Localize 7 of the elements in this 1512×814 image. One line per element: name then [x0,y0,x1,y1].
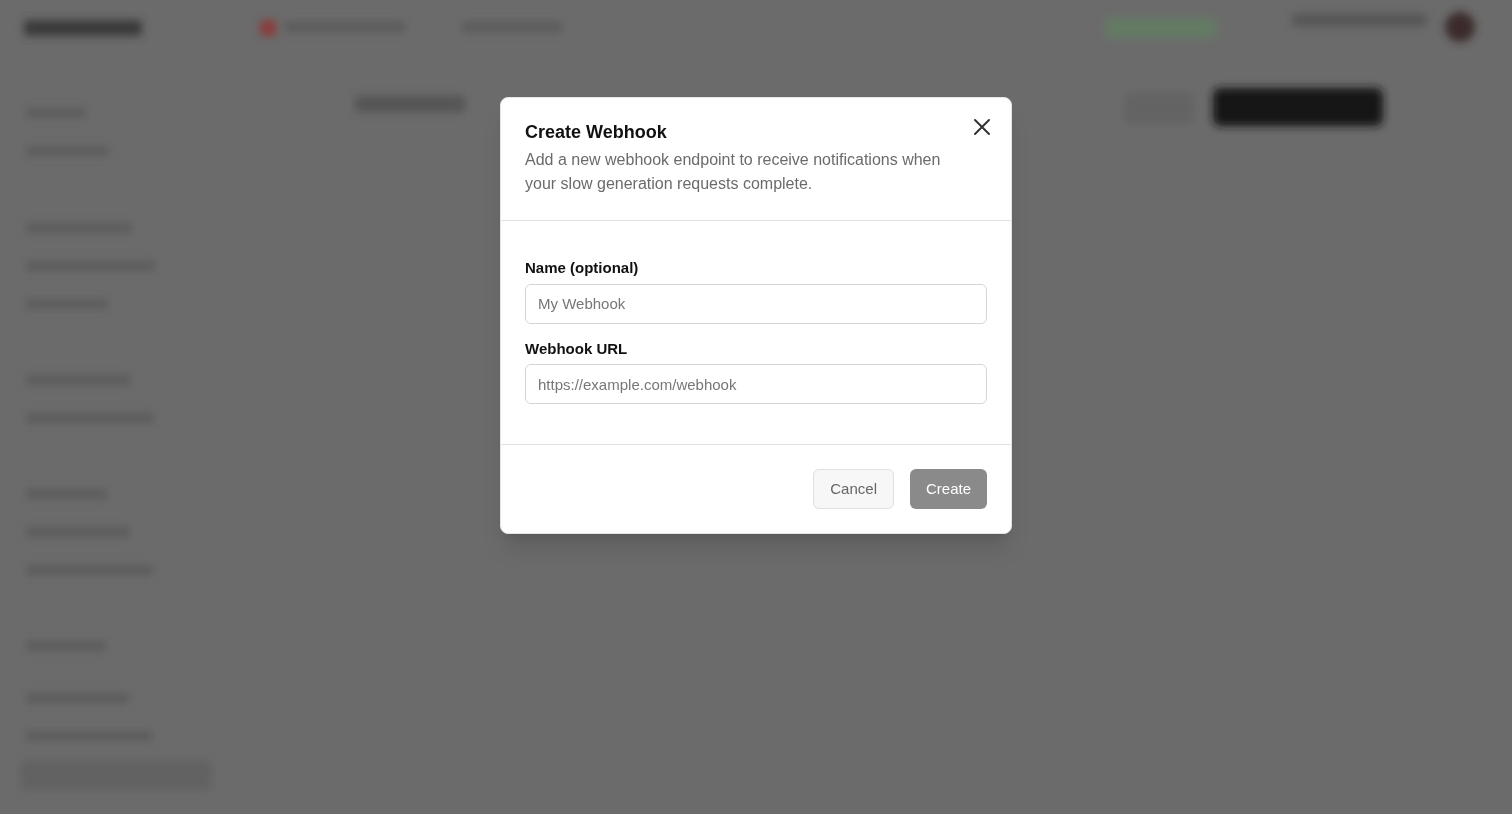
input-field[interactable]: My Webhook [525,283,987,324]
input-field[interactable]: https://example.com/webhook [525,364,987,404]
field-label: Name (optional) [525,258,640,278]
cancel-button[interactable]: Cancel [813,469,894,509]
dialog-description: Add a new webhook endpoint to receive notifications when your slow generation requests complete. [525,150,942,194]
field-label: Webhook URL [525,338,629,359]
dialog-title: Create Webhook [525,121,667,144]
